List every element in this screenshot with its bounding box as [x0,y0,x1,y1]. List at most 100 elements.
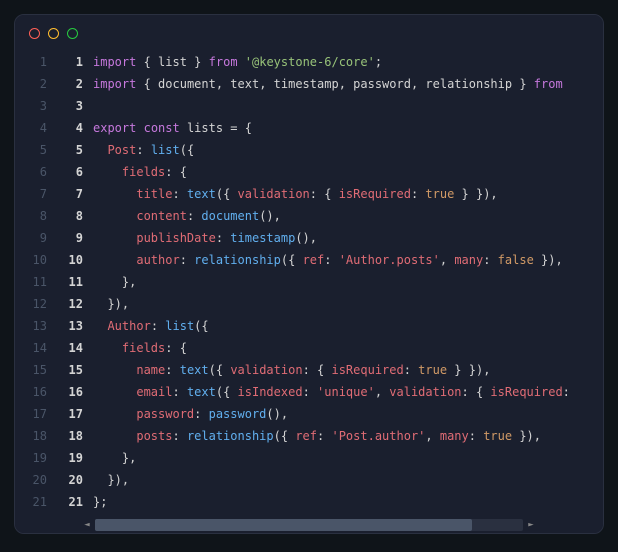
token-pn [93,231,136,245]
line-number-inner: 18 [59,425,83,447]
token-kw: import [93,77,136,91]
token-pn: = { [223,121,252,135]
line-number-inner: 6 [59,161,83,183]
token-pr: validation [238,187,310,201]
token-pn: }, [93,275,136,289]
line-number-inner: 3 [59,95,83,117]
token-pr: isIndexed [238,385,303,399]
line-number-outer: 16 [15,381,47,403]
token-pn: : [136,143,150,157]
code-line[interactable]: }, [93,271,593,293]
line-number-inner: 19 [59,447,83,469]
line-number-inner: 14 [59,337,83,359]
token-pn: : [404,363,418,377]
token-pn: }; [93,495,107,509]
token-pr: ref [303,253,325,267]
token-fn: document [201,209,259,223]
token-bl: true [418,363,447,377]
scroll-left-icon[interactable]: ◄ [81,519,93,531]
token-pn: : { [165,165,187,179]
line-number-outer: 15 [15,359,47,381]
code-line[interactable] [93,95,593,117]
token-pn: ; [375,55,382,69]
line-number-outer: 20 [15,469,47,491]
code-line[interactable]: author: relationship({ ref: 'Author.post… [93,249,593,271]
token-pn [180,121,187,135]
token-sr: 'Post.author' [331,429,425,443]
token-sr: 'Author.posts' [339,253,440,267]
token-bl: true [425,187,454,201]
code-line[interactable]: title: text({ validation: { isRequired: … [93,183,593,205]
window-minimize-icon[interactable] [48,28,59,39]
token-pn: }), [512,429,541,443]
token-pn: , [216,77,230,91]
token-pn: : [172,429,186,443]
code-line[interactable]: }), [93,469,593,491]
line-number-inner: 10 [59,249,83,271]
token-kw: from [534,77,563,91]
token-pn: : [216,231,230,245]
token-pr: fields [122,165,165,179]
token-kw: export [93,121,136,135]
horizontal-scrollbar[interactable]: ◄ ► [15,517,603,533]
token-fn: text [187,187,216,201]
code-line[interactable]: }), [93,293,593,315]
code-line[interactable]: password: password(), [93,403,593,425]
token-bl: false [498,253,534,267]
code-window: 123456789101112131415161718192021 123456… [14,14,604,534]
token-pn: ({ [194,319,208,333]
code-line[interactable]: export const lists = { [93,117,593,139]
token-pn: } }), [447,363,490,377]
line-number-inner: 15 [59,359,83,381]
window-close-icon[interactable] [29,28,40,39]
scroll-right-icon[interactable]: ► [525,519,537,531]
token-pn [93,429,136,443]
token-pn [136,121,143,135]
token-fn: timestamp [230,231,295,245]
gutter-inner: 123456789101112131415161718192021 [59,51,93,513]
code-line[interactable]: email: text({ isIndexed: 'unique', valid… [93,381,593,403]
line-number-inner: 8 [59,205,83,227]
token-pn: : [469,429,483,443]
window-maximize-icon[interactable] [67,28,78,39]
token-pn [93,341,122,355]
code-line[interactable]: fields: { [93,161,593,183]
code-line[interactable]: posts: relationship({ ref: 'Post.author'… [93,425,593,447]
code-line[interactable]: }; [93,491,593,513]
line-number-inner: 11 [59,271,83,293]
scrollbar-track[interactable]: ◄ ► [95,519,523,531]
token-fn: relationship [187,429,274,443]
token-pn: ({ [216,385,238,399]
code-line[interactable]: name: text({ validation: { isRequired: t… [93,359,593,381]
code-line[interactable]: fields: { [93,337,593,359]
token-pn [93,187,136,201]
token-id: document [158,77,216,91]
line-number-outer: 18 [15,425,47,447]
code-line[interactable]: import { document, text, timestamp, pass… [93,73,593,95]
token-pn: : [151,319,165,333]
code-area[interactable]: import { list } from '@keystone-6/core';… [93,51,603,513]
line-number-outer: 8 [15,205,47,227]
line-number-outer: 13 [15,315,47,337]
line-number-outer: 19 [15,447,47,469]
scrollbar-thumb[interactable] [95,519,472,531]
token-pr: email [136,385,172,399]
code-line[interactable]: Author: list({ [93,315,593,337]
token-pr: posts [136,429,172,443]
token-id: password [353,77,411,91]
code-line[interactable]: import { list } from '@keystone-6/core'; [93,51,593,73]
code-line[interactable]: }, [93,447,593,469]
token-pn: : [303,385,317,399]
code-editor[interactable]: 123456789101112131415161718192021 123456… [15,51,603,517]
line-number-outer: 17 [15,403,47,425]
token-fn: password [209,407,267,421]
code-line[interactable]: Post: list({ [93,139,593,161]
code-line[interactable]: content: document(), [93,205,593,227]
line-number-inner: 7 [59,183,83,205]
token-pn [93,385,136,399]
token-kw: from [209,55,238,69]
token-pn: : [483,253,497,267]
code-line[interactable]: publishDate: timestamp(), [93,227,593,249]
token-pn: : { [462,385,491,399]
token-pn: : { [303,363,332,377]
